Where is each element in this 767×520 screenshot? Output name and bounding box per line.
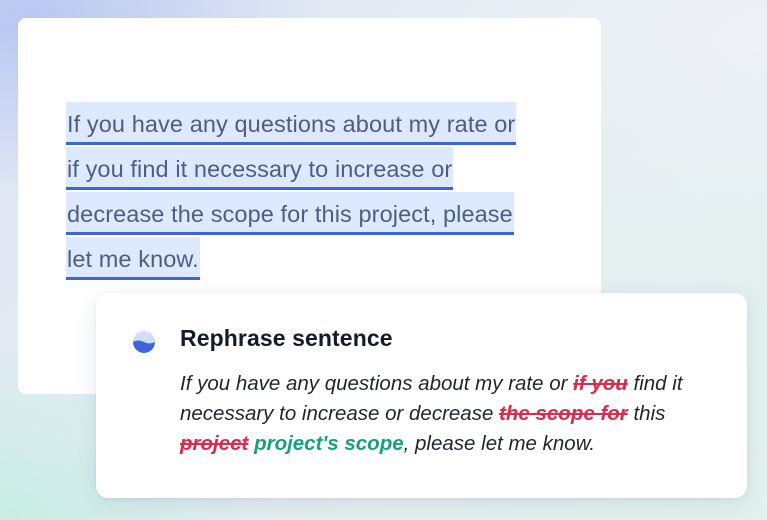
deleted-text: the scope for bbox=[499, 402, 628, 425]
suggestion-text[interactable]: If you have any questions about my rate … bbox=[180, 369, 728, 459]
deleted-text: if you bbox=[573, 372, 628, 395]
unchanged-text: , please let me know. bbox=[403, 432, 596, 455]
editor-paragraph[interactable]: If you have any questions about my rate … bbox=[66, 102, 566, 282]
highlighted-line[interactable]: if you find it necessary to increase or bbox=[66, 147, 454, 190]
rephrase-suggestion-card[interactable]: Rephrase sentence If you have any questi… bbox=[96, 293, 747, 498]
highlighted-line[interactable]: let me know. bbox=[66, 237, 200, 280]
deleted-text: project bbox=[180, 432, 249, 455]
inserted-text: project's scope bbox=[254, 432, 404, 455]
highlighted-line[interactable]: If you have any questions about my rate … bbox=[66, 102, 517, 145]
unchanged-text: this bbox=[627, 402, 666, 425]
suggestion-title: Rephrase sentence bbox=[180, 325, 393, 351]
highlighted-line[interactable]: decrease the scope for this project, ple… bbox=[66, 192, 514, 235]
assistant-spinner-icon bbox=[133, 331, 155, 353]
unchanged-text: If you have any questions about my rate … bbox=[180, 372, 574, 395]
